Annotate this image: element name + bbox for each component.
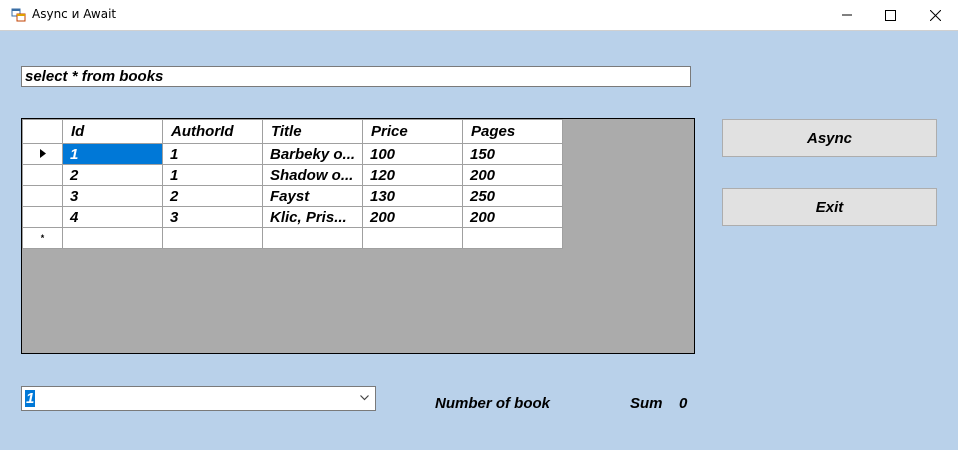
table-cell[interactable]: Shadow o... bbox=[262, 164, 363, 186]
table-cell[interactable]: 250 bbox=[462, 185, 563, 207]
table-cell[interactable]: 1 bbox=[162, 164, 263, 186]
maximize-icon bbox=[884, 9, 896, 21]
table-cell[interactable]: 3 bbox=[162, 206, 263, 228]
current-row-arrow-icon bbox=[39, 148, 46, 158]
exit-button[interactable]: Exit bbox=[722, 188, 937, 226]
table-cell[interactable]: 2 bbox=[62, 164, 163, 186]
dropdown-selected-value: 1 bbox=[25, 390, 36, 407]
number-of-book-label: Number of book bbox=[435, 395, 550, 412]
table-cell[interactable]: Barbeky o... bbox=[262, 143, 363, 165]
column-header-title[interactable]: Title bbox=[262, 119, 363, 144]
books-data-grid[interactable]: Id AuthorId Title Price Pages 1 1 Barbek… bbox=[21, 118, 695, 354]
table-cell[interactable] bbox=[462, 227, 563, 249]
table-cell[interactable] bbox=[62, 227, 163, 249]
column-header-id[interactable]: Id bbox=[62, 119, 163, 144]
row-header[interactable] bbox=[22, 185, 63, 207]
table-cell[interactable] bbox=[162, 227, 263, 249]
table-row[interactable]: 4 3 Klic, Pris... 200 200 bbox=[22, 206, 563, 228]
async-button[interactable]: Async bbox=[722, 119, 937, 157]
column-header-authorid[interactable]: AuthorId bbox=[162, 119, 263, 144]
table-cell[interactable]: 200 bbox=[462, 206, 563, 228]
table-cell[interactable]: 3 bbox=[62, 185, 163, 207]
row-header[interactable] bbox=[22, 164, 63, 186]
column-header-pages[interactable]: Pages bbox=[462, 119, 563, 144]
row-header[interactable] bbox=[22, 206, 63, 228]
table-cell[interactable]: 130 bbox=[362, 185, 463, 207]
table-cell[interactable] bbox=[362, 227, 463, 249]
table-cell[interactable]: Fayst bbox=[262, 185, 363, 207]
grid-corner-header[interactable] bbox=[22, 119, 63, 144]
maximize-button[interactable] bbox=[867, 0, 913, 30]
chevron-down-icon bbox=[360, 395, 369, 401]
window-title: Async и Await bbox=[32, 7, 117, 21]
table-cell[interactable]: 1 bbox=[162, 143, 263, 165]
sum-label: Sum bbox=[630, 395, 663, 412]
table-cell[interactable]: 2 bbox=[162, 185, 263, 207]
table-row[interactable]: 1 1 Barbeky o... 100 150 bbox=[22, 143, 563, 165]
new-row[interactable]: * bbox=[22, 227, 563, 249]
query-input[interactable]: select * from books bbox=[21, 66, 691, 87]
close-icon bbox=[929, 9, 941, 21]
table-cell[interactable]: Klic, Pris... bbox=[262, 206, 363, 228]
close-button[interactable] bbox=[912, 0, 958, 30]
books-table: Id AuthorId Title Price Pages 1 1 Barbek… bbox=[22, 119, 563, 249]
column-header-price[interactable]: Price bbox=[362, 119, 463, 144]
book-number-dropdown[interactable]: 1 bbox=[21, 386, 376, 411]
table-cell[interactable]: 200 bbox=[462, 164, 563, 186]
table-cell[interactable]: 100 bbox=[362, 143, 463, 165]
app-form-icon bbox=[11, 8, 26, 22]
title-bar: Async и Await bbox=[0, 0, 958, 31]
form-client-area: select * from books Id AuthorId Title Pr… bbox=[0, 31, 958, 450]
new-row-marker[interactable]: * bbox=[22, 227, 63, 249]
table-row[interactable]: 3 2 Fayst 130 250 bbox=[22, 185, 563, 207]
table-cell[interactable]: 200 bbox=[362, 206, 463, 228]
table-cell[interactable]: 4 bbox=[62, 206, 163, 228]
table-cell[interactable] bbox=[262, 227, 363, 249]
table-row[interactable]: 2 1 Shadow o... 120 200 bbox=[22, 164, 563, 186]
row-header[interactable] bbox=[22, 143, 63, 165]
table-cell[interactable]: 150 bbox=[462, 143, 563, 165]
minimize-icon bbox=[842, 14, 852, 16]
sum-value: 0 bbox=[679, 395, 688, 412]
table-cell[interactable]: 120 bbox=[362, 164, 463, 186]
minimize-button[interactable] bbox=[824, 0, 870, 30]
grid-header-row: Id AuthorId Title Price Pages bbox=[22, 119, 563, 144]
table-cell[interactable]: 1 bbox=[62, 143, 163, 165]
